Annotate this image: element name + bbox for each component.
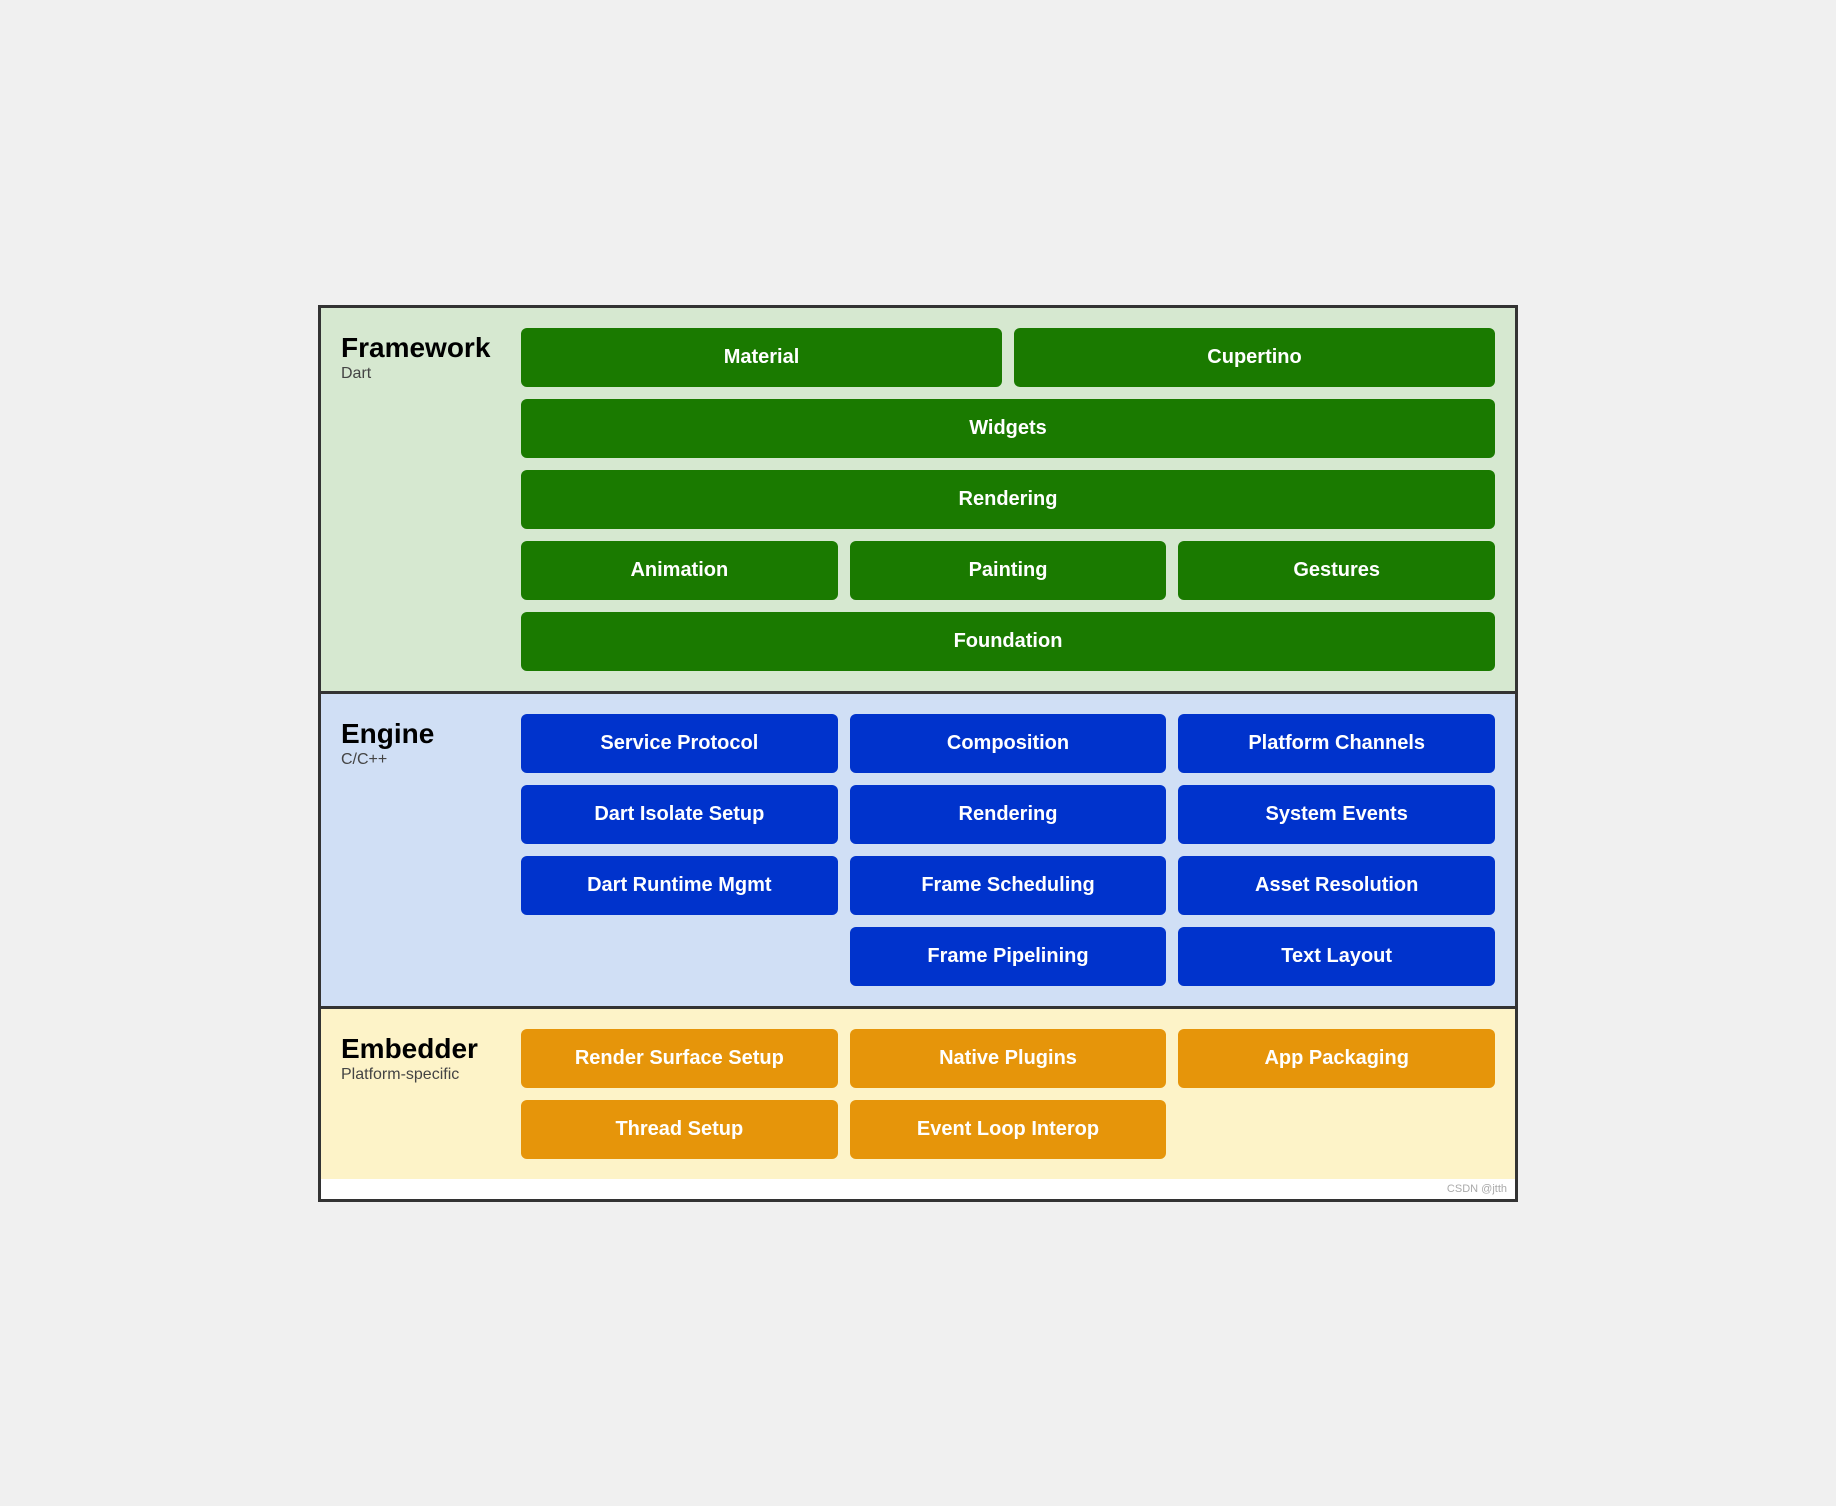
gestures-btn: Gestures: [1178, 541, 1495, 600]
animation-btn: Animation: [521, 541, 838, 600]
framework-subtitle: Dart: [341, 365, 501, 383]
engine-title: Engine: [341, 719, 501, 750]
embedder-label: Embedder Platform-specific: [341, 1029, 501, 1159]
framework-row-1: Material Cupertino: [521, 328, 1495, 387]
embedder-subtitle: Platform-specific: [341, 1066, 501, 1084]
dart-isolate-setup-btn: Dart Isolate Setup: [521, 785, 838, 844]
frame-scheduling-btn: Frame Scheduling: [850, 856, 1167, 915]
framework-row-5: Foundation: [521, 612, 1495, 671]
framework-row-3: Rendering: [521, 470, 1495, 529]
embedder-row-2: Thread Setup Event Loop Interop: [521, 1100, 1495, 1159]
embedder-row-1: Render Surface Setup Native Plugins App …: [521, 1029, 1495, 1088]
framework-row-2: Widgets: [521, 399, 1495, 458]
material-btn: Material: [521, 328, 1002, 387]
engine-row-1: Service Protocol Composition Platform Ch…: [521, 714, 1495, 773]
flutter-architecture-diagram: Framework Dart Material Cupertino Widget…: [318, 305, 1518, 1202]
engine-row-3: Dart Runtime Mgmt Frame Scheduling Asset…: [521, 856, 1495, 915]
painting-btn: Painting: [850, 541, 1167, 600]
framework-section: Framework Dart Material Cupertino Widget…: [321, 308, 1515, 694]
engine-content: Service Protocol Composition Platform Ch…: [521, 714, 1495, 986]
watermark: CSDN @jtth: [321, 1179, 1515, 1199]
platform-channels-btn: Platform Channels: [1178, 714, 1495, 773]
framework-label: Framework Dart: [341, 328, 501, 671]
thread-setup-btn: Thread Setup: [521, 1100, 838, 1159]
widgets-btn: Widgets: [521, 399, 1495, 458]
foundation-btn: Foundation: [521, 612, 1495, 671]
engine-subtitle: C/C++: [341, 751, 501, 769]
framework-row-4: Animation Painting Gestures: [521, 541, 1495, 600]
engine-row-4: Frame Pipelining Text Layout: [521, 927, 1495, 986]
service-protocol-btn: Service Protocol: [521, 714, 838, 773]
app-packaging-btn: App Packaging: [1178, 1029, 1495, 1088]
embedder-section: Embedder Platform-specific Render Surfac…: [321, 1009, 1515, 1179]
engine-row-2: Dart Isolate Setup Rendering System Even…: [521, 785, 1495, 844]
text-layout-btn: Text Layout: [1178, 927, 1495, 986]
framework-content: Material Cupertino Widgets Rendering Ani…: [521, 328, 1495, 671]
system-events-btn: System Events: [1178, 785, 1495, 844]
render-surface-setup-btn: Render Surface Setup: [521, 1029, 838, 1088]
framework-rendering-btn: Rendering: [521, 470, 1495, 529]
cupertino-btn: Cupertino: [1014, 328, 1495, 387]
composition-btn: Composition: [850, 714, 1167, 773]
engine-label: Engine C/C++: [341, 714, 501, 986]
event-loop-interop-btn: Event Loop Interop: [850, 1100, 1167, 1159]
frame-pipelining-btn: Frame Pipelining: [850, 927, 1167, 986]
engine-section: Engine C/C++ Service Protocol Compositio…: [321, 694, 1515, 1009]
embedder-content: Render Surface Setup Native Plugins App …: [521, 1029, 1495, 1159]
dart-runtime-mgmt-btn: Dart Runtime Mgmt: [521, 856, 838, 915]
framework-title: Framework: [341, 333, 501, 364]
engine-rendering-btn: Rendering: [850, 785, 1167, 844]
embedder-title: Embedder: [341, 1034, 501, 1065]
native-plugins-btn: Native Plugins: [850, 1029, 1167, 1088]
asset-resolution-btn: Asset Resolution: [1178, 856, 1495, 915]
